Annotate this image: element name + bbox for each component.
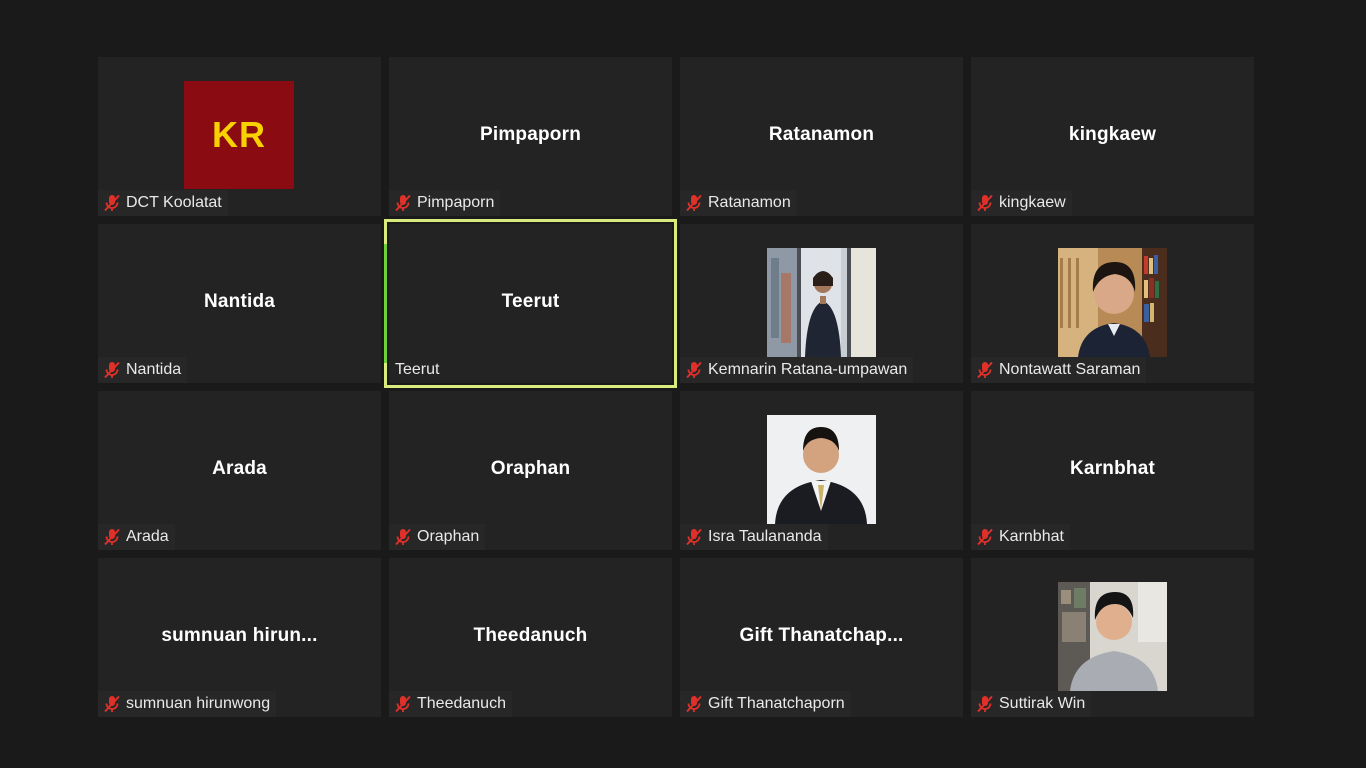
- muted-mic-icon: [686, 528, 702, 546]
- display-name: Karnbhat: [1070, 458, 1155, 479]
- muted-mic-icon: [686, 695, 702, 713]
- muted-mic-icon: [395, 695, 411, 713]
- display-name: Gift Thanatchap...: [739, 625, 904, 646]
- participant-tile[interactable]: Gift Thanatchap... Gift Thanatchaporn: [680, 558, 963, 717]
- participant-tile[interactable]: Nontawatt Saraman: [971, 224, 1254, 383]
- participant-name: Teerut: [395, 361, 440, 378]
- participant-tile[interactable]: sumnuan hirun... sumnuan hirunwong: [98, 558, 381, 717]
- muted-mic-icon: [977, 528, 993, 546]
- participant-name: Theedanuch: [417, 695, 506, 712]
- participant-tile[interactable]: KR DCT Koolatat: [98, 57, 381, 216]
- participant-tile[interactable]: Karnbhat Karnbhat: [971, 391, 1254, 550]
- participant-tile[interactable]: Nantida Nantida: [98, 224, 381, 383]
- participant-tile[interactable]: Arada Arada: [98, 391, 381, 550]
- participant-tile[interactable]: Kemnarin Ratana-umpawan: [680, 224, 963, 383]
- participant-nameplate: Pimpaporn: [389, 190, 501, 216]
- muted-mic-icon: [977, 361, 993, 379]
- muted-mic-icon: [395, 528, 411, 546]
- muted-mic-icon: [686, 194, 702, 212]
- meeting-gallery-view: KR DCT Koolatat Pimpaporn Pimpaporn Rata…: [0, 0, 1366, 768]
- participant-name: Oraphan: [417, 528, 480, 545]
- participant-nameplate: Gift Thanatchaporn: [680, 691, 851, 717]
- participant-nameplate: Nantida: [98, 357, 188, 383]
- participant-video: [767, 248, 876, 357]
- participant-name: Ratanamon: [708, 194, 791, 211]
- participant-tile[interactable]: Isra Taulananda: [680, 391, 963, 550]
- participant-nameplate: sumnuan hirunwong: [98, 691, 277, 717]
- participant-nameplate: Isra Taulananda: [680, 524, 828, 550]
- participant-name: Isra Taulananda: [708, 528, 822, 545]
- participant-name: Pimpaporn: [417, 194, 495, 211]
- video-frame-bookshelf: [1058, 248, 1167, 357]
- participant-name: Kemnarin Ratana-umpawan: [708, 361, 908, 378]
- participant-tile[interactable]: Ratanamon Ratanamon: [680, 57, 963, 216]
- avatar-initials: KR: [212, 114, 266, 155]
- video-frame-city-window: [767, 248, 876, 357]
- participant-name: sumnuan hirunwong: [126, 695, 271, 712]
- muted-mic-icon: [686, 361, 702, 379]
- display-name: Oraphan: [490, 458, 571, 479]
- participant-nameplate: Nontawatt Saraman: [971, 357, 1147, 383]
- participant-nameplate: DCT Koolatat: [98, 190, 228, 216]
- video-frame-home-room: [1058, 582, 1167, 691]
- participant-nameplate: Kemnarin Ratana-umpawan: [680, 357, 914, 383]
- participant-name: Nantida: [126, 361, 182, 378]
- muted-mic-icon: [104, 194, 120, 212]
- muted-mic-icon: [104, 361, 120, 379]
- participant-name: DCT Koolatat: [126, 194, 222, 211]
- participant-nameplate: kingkaew: [971, 190, 1072, 216]
- display-name: Arada: [212, 458, 267, 479]
- participant-grid: KR DCT Koolatat Pimpaporn Pimpaporn Rata…: [98, 57, 1254, 717]
- display-name: kingkaew: [1068, 124, 1157, 145]
- video-frame-suit-portrait: [767, 415, 876, 524]
- display-name: sumnuan hirun...: [161, 625, 318, 646]
- participant-name: kingkaew: [999, 194, 1066, 211]
- avatar: KR: [184, 81, 294, 189]
- participant-nameplate: Theedanuch: [389, 691, 512, 717]
- muted-mic-icon: [104, 695, 120, 713]
- participant-name: Gift Thanatchaporn: [708, 695, 845, 712]
- participant-tile[interactable]: Theedanuch Theedanuch: [389, 558, 672, 717]
- display-name: Ratanamon: [768, 124, 875, 145]
- participant-name: Karnbhat: [999, 528, 1064, 545]
- participant-nameplate: Oraphan: [389, 524, 486, 550]
- participant-video: [1058, 582, 1167, 691]
- muted-mic-icon: [977, 194, 993, 212]
- participant-tile[interactable]: Suttirak Win: [971, 558, 1254, 717]
- participant-tile[interactable]: kingkaew kingkaew: [971, 57, 1254, 216]
- participant-nameplate: Ratanamon: [680, 190, 797, 216]
- muted-mic-icon: [104, 528, 120, 546]
- participant-tile[interactable]: Pimpaporn Pimpaporn: [389, 57, 672, 216]
- participant-name: Suttirak Win: [999, 695, 1086, 712]
- participant-nameplate: Suttirak Win: [971, 691, 1092, 717]
- participant-nameplate: Karnbhat: [971, 524, 1070, 550]
- participant-video: [767, 415, 876, 524]
- muted-mic-icon: [395, 194, 411, 212]
- participant-name: Nontawatt Saraman: [999, 361, 1141, 378]
- display-name: Pimpaporn: [479, 124, 582, 145]
- display-name: Theedanuch: [473, 625, 588, 646]
- display-name: Nantida: [203, 291, 276, 312]
- participant-name: Arada: [126, 528, 169, 545]
- participant-nameplate: Arada: [98, 524, 175, 550]
- participant-tile[interactable]: Oraphan Oraphan: [389, 391, 672, 550]
- active-speaker-tile[interactable]: Teerut Teerut: [384, 219, 677, 388]
- muted-mic-icon: [977, 695, 993, 713]
- participant-nameplate: Teerut: [389, 357, 446, 383]
- participant-video: [1058, 248, 1167, 357]
- display-name: Teerut: [501, 291, 560, 312]
